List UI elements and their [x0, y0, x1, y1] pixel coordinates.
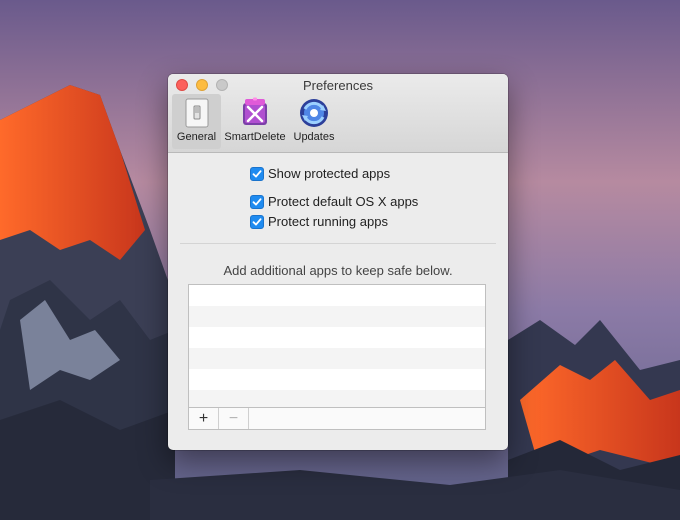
switch-icon — [181, 97, 213, 129]
option-label: Protect default OS X apps — [268, 194, 419, 209]
checkbox-show-protected[interactable] — [250, 166, 264, 181]
preferences-window: Preferences General SmartDelete Updates … — [168, 74, 508, 450]
smartdelete-icon — [239, 97, 271, 129]
tab-updates[interactable]: Updates — [289, 94, 339, 149]
protected-apps-list[interactable] — [188, 284, 486, 408]
divider — [180, 243, 496, 244]
general-pane: Show protected apps Protect default OS X… — [168, 153, 508, 450]
list-row — [189, 306, 485, 327]
list-row — [189, 348, 485, 369]
tab-smartdelete-label: SmartDelete — [224, 131, 286, 143]
tab-smartdelete[interactable]: SmartDelete — [222, 94, 288, 149]
list-row — [189, 327, 485, 348]
option-label: Show protected apps — [268, 166, 391, 181]
remove-app-button[interactable]: − — [219, 408, 249, 429]
option-show-protected[interactable]: Show protected apps — [250, 166, 390, 181]
add-app-button[interactable]: + — [189, 408, 219, 429]
title-bar: Preferences General SmartDelete Updates — [168, 74, 508, 153]
list-row — [189, 285, 485, 306]
option-label: Protect running apps — [268, 214, 388, 229]
option-protect-default[interactable]: Protect default OS X apps — [250, 194, 418, 209]
checkbox-protect-running[interactable] — [250, 214, 264, 229]
updates-icon — [298, 97, 330, 129]
list-controls: + − — [188, 408, 486, 430]
checkbox-protect-default[interactable] — [250, 194, 264, 209]
tab-general[interactable]: General — [172, 94, 221, 149]
preferences-toolbar: General SmartDelete Updates — [172, 94, 340, 149]
tab-updates-label: Updates — [293, 131, 335, 143]
apps-list-hint: Add additional apps to keep safe below. — [223, 263, 453, 278]
list-row — [189, 390, 485, 407]
list-row — [189, 369, 485, 390]
tab-general-label: General — [176, 131, 217, 143]
option-protect-running[interactable]: Protect running apps — [250, 214, 388, 229]
window-title: Preferences — [302, 78, 374, 93]
